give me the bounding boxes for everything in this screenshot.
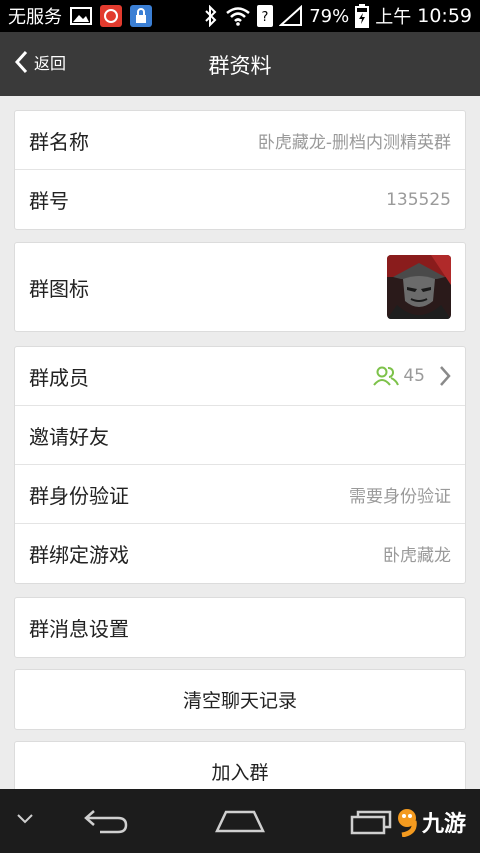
back-arrow-icon[interactable]	[82, 807, 130, 835]
invite-friends-row[interactable]: 邀请好友	[15, 406, 465, 465]
chevron-right-icon	[439, 365, 451, 387]
clear-history-button[interactable]: 清空聊天记录	[15, 670, 465, 729]
clock-time: 10:59	[417, 5, 472, 27]
group-name-row[interactable]: 群名称 卧虎藏龙-删档内测精英群	[15, 111, 465, 170]
identity-verification-value: 需要身份验证	[349, 486, 451, 507]
group-id-row[interactable]: 群号 135525	[15, 170, 465, 229]
am-pm-label: 上午	[375, 7, 412, 28]
identity-verification-label: 群身份验证	[29, 483, 129, 508]
bound-game-label: 群绑定游戏	[29, 543, 129, 567]
group-name-value: 卧虎藏龙-删档内测精英群	[257, 132, 451, 153]
group-avatar[interactable]	[387, 255, 451, 319]
bound-game-value: 卧虎藏龙	[383, 546, 451, 566]
clear-history-label: 清空聊天记录	[182, 690, 297, 712]
page-title: 群资料	[208, 54, 272, 78]
invite-friends-label: 邀请好友	[29, 424, 109, 449]
message-settings-label: 群消息设置	[29, 617, 129, 641]
members-card: 群成员 45 邀请好友 群身份验证 需要身份验证 群绑定游戏 卧虎藏龙	[14, 346, 466, 584]
group-info-card: 群名称 卧虎藏龙-删档内测精英群 群号 135525	[14, 110, 466, 230]
group-members-row[interactable]: 群成员 45	[15, 347, 465, 406]
title-bar: 返回 群资料	[0, 32, 480, 96]
lock-notification-icon	[130, 5, 152, 27]
watermark-text: 九游	[421, 812, 466, 837]
group-icon-card: 群图标	[14, 242, 466, 332]
navigation-bar: 九游	[0, 789, 480, 853]
group-icon-label: 群图标	[29, 276, 89, 301]
wifi-icon	[225, 6, 251, 26]
group-name-label: 群名称	[29, 129, 89, 154]
group-members-label: 群成员	[29, 365, 89, 390]
join-group-label: 加入群	[211, 762, 269, 784]
battery-charging-icon	[355, 4, 370, 28]
svg-text:?: ?	[262, 10, 269, 25]
members-count: 45	[403, 366, 425, 386]
sim-unknown-icon: ?	[257, 5, 274, 27]
nine-logo-icon	[394, 807, 420, 837]
group-id-label: 群号	[29, 189, 69, 213]
signal-icon	[279, 5, 303, 27]
identity-verification-row[interactable]: 群身份验证 需要身份验证	[15, 465, 465, 524]
app-notification-icon	[100, 5, 122, 27]
group-icon-row[interactable]: 群图标	[15, 243, 465, 331]
status-bar: 无服务 ? 79% 上午 10:59	[0, 0, 480, 32]
members-summary: 45	[373, 365, 451, 387]
message-settings-row[interactable]: 群消息设置	[15, 598, 465, 657]
recent-apps-icon[interactable]	[350, 809, 392, 835]
bound-game-row[interactable]: 群绑定游戏 卧虎藏龙	[15, 524, 465, 583]
message-settings-card: 群消息设置	[14, 597, 466, 658]
home-icon[interactable]	[214, 809, 266, 833]
battery-percent: 79%	[309, 5, 350, 27]
collapse-nav-icon[interactable]	[16, 813, 34, 825]
group-id-value: 135525	[386, 189, 451, 210]
clear-history-card: 清空聊天记录	[14, 669, 466, 730]
jiuyou-watermark: 九游	[394, 806, 466, 838]
bluetooth-icon	[203, 5, 219, 27]
members-icon	[373, 366, 400, 386]
carrier-text: 无服务	[8, 7, 62, 28]
image-notification-icon	[70, 7, 92, 25]
